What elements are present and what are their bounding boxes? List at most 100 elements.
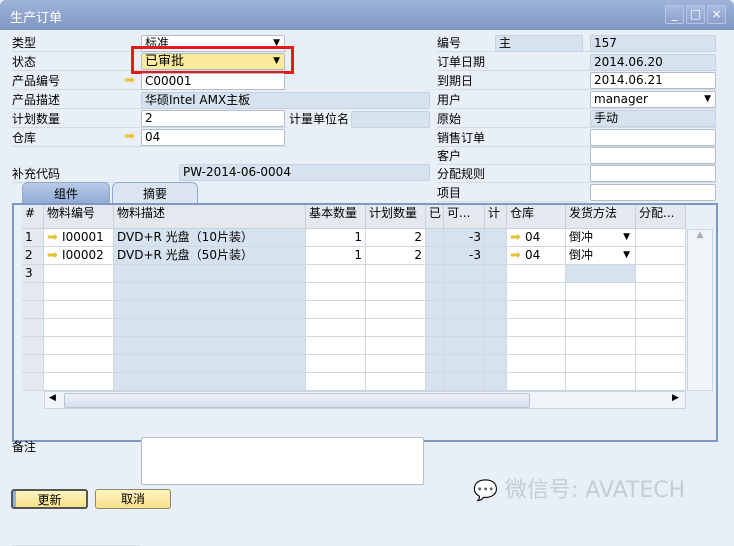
update-button[interactable]: 更新 (11, 489, 88, 509)
grid-cell[interactable] (566, 337, 636, 355)
grid-cell (444, 265, 485, 283)
grid-cell[interactable] (366, 373, 426, 391)
project-input[interactable] (590, 184, 716, 201)
grid-cell[interactable] (566, 319, 636, 337)
grid-cell[interactable] (636, 319, 686, 337)
column-header[interactable]: 计 (485, 205, 507, 229)
grid-cell[interactable] (636, 283, 686, 301)
cancel-button[interactable]: 取消 (95, 489, 171, 509)
grid-cell[interactable]: ➡ 04 (507, 247, 566, 265)
grid-cell[interactable] (636, 373, 686, 391)
link-arrow-icon[interactable]: ➡ (47, 230, 62, 245)
grid-cell[interactable] (636, 265, 686, 283)
grid-cell[interactable]: 1 (306, 229, 366, 247)
scroll-right-icon[interactable]: ▶ (672, 393, 679, 403)
column-header[interactable]: 已 (426, 205, 444, 229)
grid-cell[interactable] (507, 301, 566, 319)
grid-cell[interactable] (306, 265, 366, 283)
grid-cell[interactable] (366, 265, 426, 283)
maximize-button[interactable]: □ (686, 5, 705, 24)
tab-components[interactable]: 组件 (22, 182, 110, 204)
column-header[interactable]: 物料描述 (114, 205, 306, 229)
column-header[interactable]: 发货方法 (566, 205, 636, 229)
grid-cell[interactable] (306, 355, 366, 373)
grid-cell[interactable] (366, 301, 426, 319)
grid-cell[interactable] (636, 229, 686, 247)
grid-cell (22, 337, 44, 355)
grid-cell[interactable] (566, 265, 636, 283)
minimize-button[interactable]: _ (665, 5, 684, 24)
grid-cell[interactable] (636, 301, 686, 319)
grid-cell[interactable]: 倒冲 ▼ (566, 247, 636, 265)
tab-summary[interactable]: 摘要 (112, 182, 198, 204)
link-arrow-icon[interactable]: ➡ (47, 248, 62, 263)
grid-cell[interactable] (44, 301, 114, 319)
link-arrow-icon[interactable]: ➡ (124, 129, 135, 144)
grid-cell[interactable] (44, 283, 114, 301)
grid-cell[interactable] (507, 355, 566, 373)
grid-cell[interactable] (366, 319, 426, 337)
vertical-scrollbar[interactable]: ▲ (687, 229, 713, 391)
grid-cell[interactable] (566, 373, 636, 391)
grid-cell[interactable] (306, 319, 366, 337)
grid-cell[interactable] (507, 265, 566, 283)
link-arrow-icon[interactable]: ➡ (510, 248, 525, 263)
customer-input[interactable] (590, 147, 716, 164)
column-header[interactable]: 仓库 (507, 205, 566, 229)
grid-cell[interactable] (507, 337, 566, 355)
dist-rule-input[interactable] (590, 165, 716, 182)
due-date-input[interactable]: 2014.06.21 (590, 72, 716, 89)
grid-cell[interactable]: ➡ 04 (507, 229, 566, 247)
grid-cell[interactable] (566, 355, 636, 373)
grid-cell[interactable] (306, 373, 366, 391)
grid-cell[interactable] (566, 283, 636, 301)
planned-qty-input[interactable]: 2 (141, 110, 285, 127)
grid-cell[interactable] (566, 301, 636, 319)
grid-cell[interactable]: 2 (366, 247, 426, 265)
grid-cell[interactable]: 1 (306, 247, 366, 265)
grid-cell[interactable] (44, 337, 114, 355)
grid-cell[interactable] (507, 373, 566, 391)
grid-cell[interactable] (507, 319, 566, 337)
grid-cell[interactable] (44, 319, 114, 337)
link-arrow-icon[interactable]: ➡ (510, 230, 525, 245)
column-header[interactable]: 可... (444, 205, 485, 229)
grid-cell[interactable] (306, 301, 366, 319)
grid-cell[interactable] (306, 337, 366, 355)
link-arrow-icon[interactable]: ➡ (124, 73, 135, 88)
grid-cell[interactable]: 倒冲 ▼ (566, 229, 636, 247)
horizontal-scrollbar[interactable]: ◀ ▶ (44, 391, 686, 409)
column-header[interactable]: 物料编号 (44, 205, 114, 229)
sales-order-input[interactable] (590, 129, 716, 146)
chevron-down-icon[interactable]: ▼ (623, 229, 630, 246)
grid-cell[interactable] (507, 283, 566, 301)
column-header[interactable]: 计划数量 (366, 205, 426, 229)
grid-cell[interactable] (306, 283, 366, 301)
grid-cell[interactable] (636, 337, 686, 355)
grid-cell[interactable] (44, 373, 114, 391)
grid-cell[interactable] (366, 337, 426, 355)
user-select[interactable]: manager (590, 91, 716, 108)
grid-cell[interactable]: ➡ I00002 (44, 247, 114, 265)
column-header[interactable]: # (22, 205, 44, 229)
grid-cell[interactable] (44, 355, 114, 373)
grid-cell (485, 355, 507, 373)
grid-cell[interactable]: ➡ I00001 (44, 229, 114, 247)
grid-cell[interactable] (44, 265, 114, 283)
warehouse-input[interactable]: 04 (141, 129, 285, 146)
grid-cell (114, 265, 306, 283)
grid-cell[interactable]: 2 (366, 229, 426, 247)
scroll-thumb[interactable] (64, 393, 530, 408)
grid-cell[interactable] (636, 247, 686, 265)
product-no-input[interactable]: C00001 (141, 73, 285, 90)
grid-cell[interactable] (366, 355, 426, 373)
grid-cell[interactable] (366, 283, 426, 301)
remarks-textarea[interactable] (141, 437, 424, 485)
column-header[interactable]: 分配... (636, 205, 686, 229)
number-series-field[interactable]: 主 (495, 35, 583, 52)
grid-cell[interactable] (636, 355, 686, 373)
column-header[interactable]: 基本数量 (306, 205, 366, 229)
scroll-left-icon[interactable]: ◀ (49, 393, 56, 403)
close-button[interactable]: × (707, 5, 726, 24)
chevron-down-icon[interactable]: ▼ (623, 247, 630, 264)
